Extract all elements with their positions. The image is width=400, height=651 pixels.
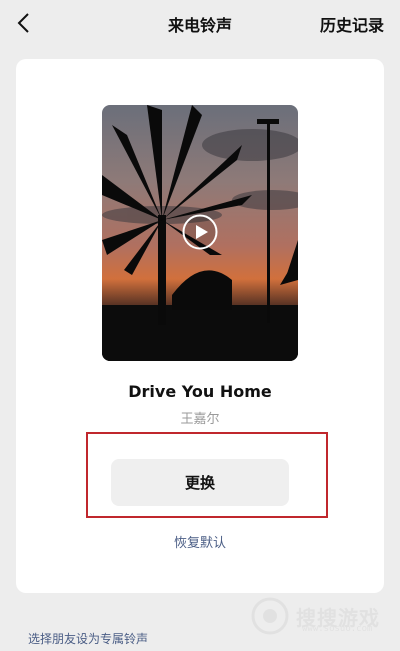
song-title: Drive You Home [128, 382, 272, 401]
ringtone-card: Drive You Home 王嘉尔 更换 恢复默认 [16, 59, 384, 593]
album-cover[interactable] [102, 105, 298, 361]
watermark-logo: 搜搜游戏 www.sosuo.com [250, 596, 380, 636]
watermark-url: www.sosuo.com [302, 624, 373, 634]
top-nav-bar: 来电铃声 历史记录 [0, 0, 400, 46]
watermark-icon [251, 597, 289, 635]
play-icon[interactable] [182, 214, 218, 250]
history-button[interactable]: 历史记录 [320, 12, 384, 36]
change-button[interactable]: 更换 [111, 459, 289, 506]
restore-default-link[interactable]: 恢复默认 [16, 532, 384, 551]
set-friend-ringtone-link[interactable]: 选择朋友设为专属铃声 [28, 630, 148, 647]
artist-name: 王嘉尔 [180, 412, 220, 427]
